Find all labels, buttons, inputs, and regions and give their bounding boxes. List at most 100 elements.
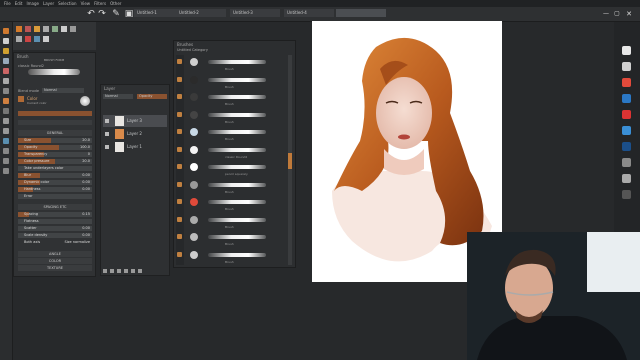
wand-tool-icon[interactable] <box>3 168 9 174</box>
brush-thumbnail[interactable] <box>190 180 198 189</box>
app-icon-6[interactable] <box>622 126 631 135</box>
minimize-icon[interactable]: — <box>601 9 611 19</box>
app-icon-4[interactable] <box>622 94 631 103</box>
spacing-slider[interactable]: Spacing 0.15 <box>18 212 92 217</box>
menu-file[interactable]: File <box>4 1 11 6</box>
brush-thumbnail[interactable] <box>190 250 198 259</box>
brush-stroke-preview[interactable] <box>208 60 266 64</box>
merge-layer-icon[interactable] <box>124 269 128 273</box>
eye-icon[interactable] <box>105 132 109 136</box>
scatter-slider[interactable]: Scatter 0.00 <box>18 226 92 231</box>
brush-thumbnail[interactable] <box>190 215 198 224</box>
menu-other[interactable]: Other <box>110 1 121 6</box>
blur-option-icon[interactable] <box>16 36 22 42</box>
move-tool-icon[interactable] <box>3 28 9 34</box>
brush-category-icon[interactable] <box>177 94 182 99</box>
undo-icon[interactable]: ↶ <box>86 9 96 19</box>
eye-icon[interactable] <box>105 145 109 149</box>
brush-category-icon[interactable] <box>177 251 182 257</box>
brush-stroke-preview[interactable] <box>208 165 266 169</box>
eraser-tool-icon[interactable] <box>3 58 9 64</box>
angle-section-header[interactable]: ANGLE <box>18 251 92 257</box>
brush-category-icon[interactable] <box>177 76 182 82</box>
brush-thumbnail[interactable] <box>190 233 198 241</box>
stamp-option-icon[interactable] <box>70 26 76 32</box>
app-icon-3[interactable] <box>622 78 631 87</box>
shape-tool-icon[interactable] <box>3 138 9 144</box>
brush-stroke-preview[interactable] <box>208 217 266 222</box>
brush-options-row[interactable] <box>18 120 92 125</box>
marker-option-icon[interactable] <box>25 36 31 42</box>
brush-category-icon[interactable] <box>177 199 182 204</box>
opacity-slider[interactable]: Opacity 100.0 <box>18 145 92 150</box>
menu-view[interactable]: View <box>81 1 91 6</box>
brush-thumbnail[interactable] <box>190 93 198 101</box>
close-icon[interactable]: ✕ <box>624 9 634 19</box>
brush-stroke-preview[interactable] <box>208 130 266 134</box>
brush-stroke-preview[interactable] <box>208 182 266 187</box>
brush-tool-icon[interactable] <box>3 48 9 54</box>
general-section-header[interactable]: GENERAL <box>18 130 92 136</box>
layer-row[interactable]: Layer 1 <box>103 141 167 153</box>
gradient-tool-icon[interactable] <box>3 98 9 104</box>
brush-category[interactable]: Untitled Category <box>177 48 208 52</box>
group-layer-icon[interactable] <box>117 269 121 273</box>
menu-image[interactable]: Image <box>26 1 39 6</box>
brush-thumbnail[interactable] <box>190 145 198 154</box>
brush-stroke-preview[interactable] <box>208 235 266 239</box>
eye-icon[interactable] <box>105 119 109 123</box>
spacing-section-header[interactable]: SPACING ETC <box>18 204 92 210</box>
brush-stroke-preview[interactable] <box>208 77 266 82</box>
line-option-icon[interactable] <box>43 36 49 42</box>
lasso-tool-icon[interactable] <box>3 158 9 164</box>
smudge-tool-icon[interactable] <box>3 68 9 74</box>
smudge-option-icon[interactable] <box>52 26 58 32</box>
menu-layer[interactable]: Layer <box>43 1 54 6</box>
color-swatch[interactable] <box>18 96 24 102</box>
fill-tool-icon[interactable] <box>3 78 9 84</box>
tab-nav-icon[interactable]: ▣ <box>124 9 134 19</box>
new-layer-icon[interactable] <box>103 269 107 273</box>
picker-tool-icon[interactable] <box>3 88 9 94</box>
brush-thumbnail[interactable] <box>190 163 198 171</box>
app-icon-1[interactable] <box>622 46 631 55</box>
maximize-icon[interactable]: ▢ <box>612 9 622 19</box>
scale-density-slider[interactable]: Scale density 0.00 <box>18 233 92 238</box>
dynamic-color-slider[interactable]: Dynamic color 0.00 <box>18 180 92 185</box>
brush-stroke-preview[interactable] <box>208 252 266 257</box>
mask-layer-icon[interactable] <box>131 269 135 273</box>
bucket-option-icon[interactable] <box>34 26 40 32</box>
brush-category-icon[interactable] <box>177 59 182 64</box>
take-underlayers-toggle[interactable]: Take underlayers color <box>18 166 92 171</box>
flatness-slider[interactable]: Flatness <box>18 219 92 224</box>
app-icon-5[interactable] <box>622 110 631 119</box>
tab-untitled-3[interactable]: Untitled-3 <box>230 9 280 17</box>
steam-icon[interactable] <box>622 142 631 151</box>
layer-opacity-slider[interactable]: Opacity <box>137 94 167 99</box>
error-slider[interactable]: Error <box>18 194 92 199</box>
color-pressure-slider[interactable]: Color pressure 20.0 <box>18 159 92 164</box>
duplicate-layer-icon[interactable] <box>110 269 114 273</box>
layer-blend-select[interactable]: Normal <box>103 94 133 99</box>
app-icon-2[interactable] <box>622 62 631 71</box>
size-slider[interactable]: Size 20.0 <box>18 138 92 143</box>
app-icon-10[interactable] <box>622 190 631 199</box>
app-icon-9[interactable] <box>622 174 631 183</box>
color-section-header[interactable]: COLOR <box>18 258 92 264</box>
paint-option-icon[interactable] <box>25 26 31 32</box>
brush-thumbnail[interactable] <box>190 110 198 119</box>
zoom-tool-icon[interactable] <box>3 128 9 134</box>
tab-untitled-2[interactable]: Untitled-2 <box>176 9 226 17</box>
brush-thumbnail[interactable] <box>190 58 198 66</box>
brush-category-icon[interactable] <box>177 181 182 187</box>
crop-tool-icon[interactable] <box>3 148 9 154</box>
menu-filters[interactable]: Filters <box>94 1 106 6</box>
brush-category-icon[interactable] <box>177 216 182 222</box>
brush-category-icon[interactable] <box>177 234 182 239</box>
hardness-slider[interactable]: Hardness 0.00 <box>18 187 92 192</box>
brush-stroke-preview[interactable] <box>208 147 266 152</box>
tab-untitled-5[interactable] <box>336 9 386 17</box>
redo-icon[interactable]: ↷ <box>97 9 107 19</box>
brush-stroke-preview[interactable] <box>208 112 266 117</box>
app-icon-8[interactable] <box>622 158 631 167</box>
